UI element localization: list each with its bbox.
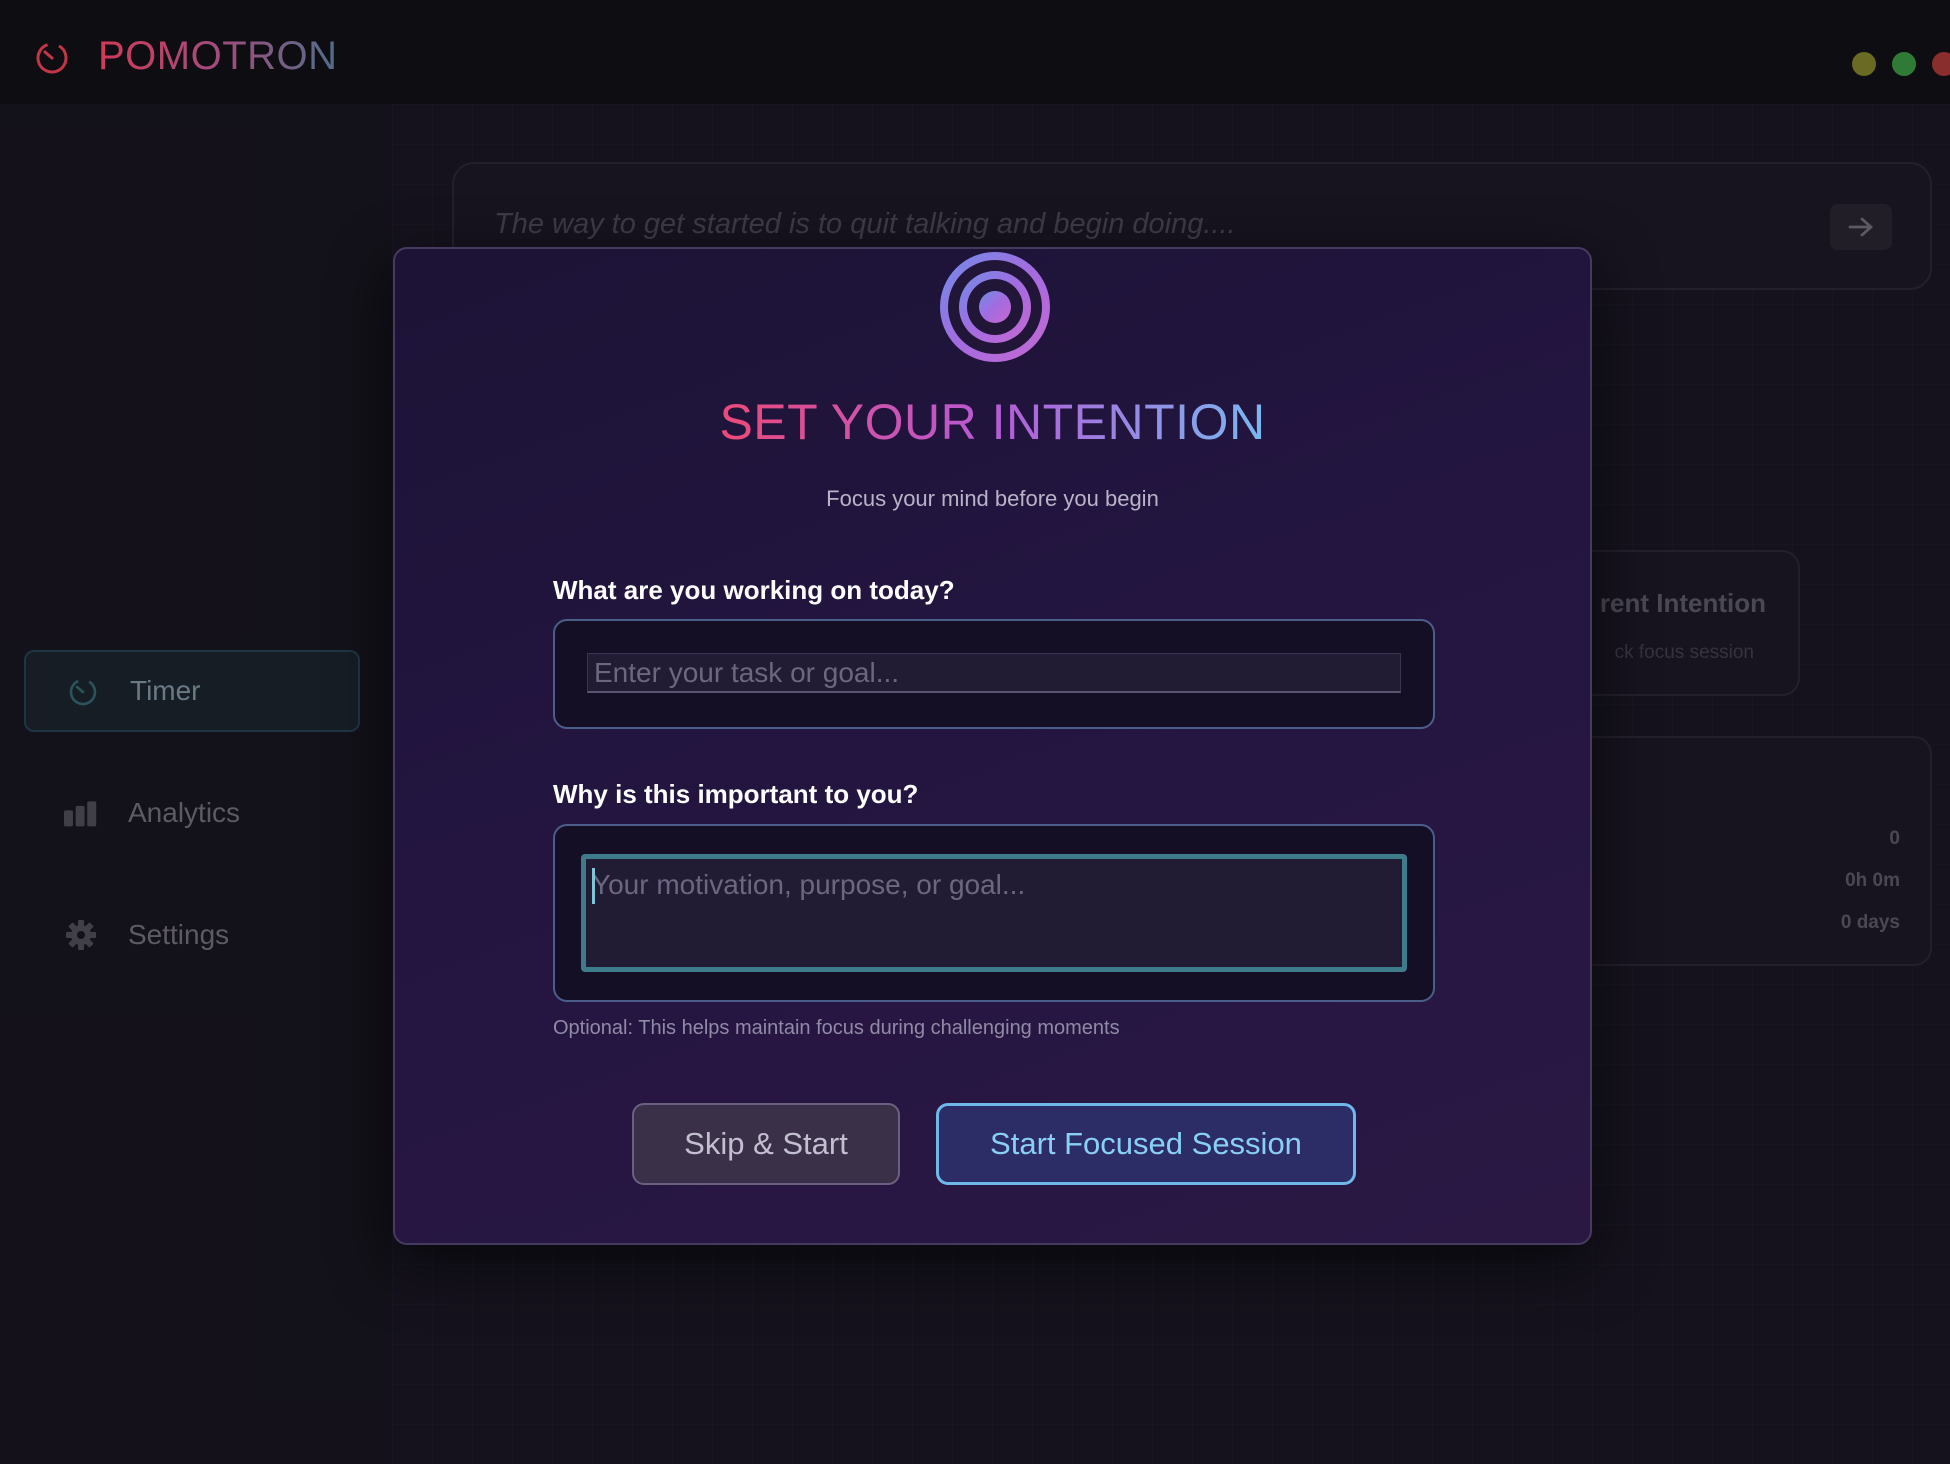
intention-modal: SET YOUR INTENTION Focus your mind befor… [393, 247, 1592, 1245]
status-dot-green[interactable] [1892, 52, 1916, 76]
motivation-field-box [553, 824, 1435, 1002]
start-focused-session-button[interactable]: Start Focused Session [936, 1103, 1356, 1185]
motivation-input[interactable] [581, 854, 1407, 972]
app-title: POMOTRON [98, 33, 338, 78]
motivation-label: Why is this important to you? [553, 779, 919, 809]
modal-title: SET YOUR INTENTION [719, 394, 1266, 450]
title-bar: POMOTRON [0, 0, 1950, 104]
task-label: What are you working on today? [553, 575, 955, 605]
skip-and-start-button[interactable]: Skip & Start [632, 1103, 900, 1185]
status-dot-red[interactable] [1932, 52, 1950, 76]
timer-icon [36, 42, 68, 74]
app-window-dots [1852, 52, 1950, 76]
target-icon [940, 252, 1050, 362]
text-caret [592, 868, 595, 904]
motivation-hint: Optional: This helps maintain focus duri… [553, 1017, 1120, 1039]
task-field-box [553, 619, 1435, 729]
modal-subtitle: Focus your mind before you begin [826, 486, 1159, 511]
status-dot-yellow[interactable] [1852, 52, 1876, 76]
task-input[interactable] [587, 653, 1401, 693]
